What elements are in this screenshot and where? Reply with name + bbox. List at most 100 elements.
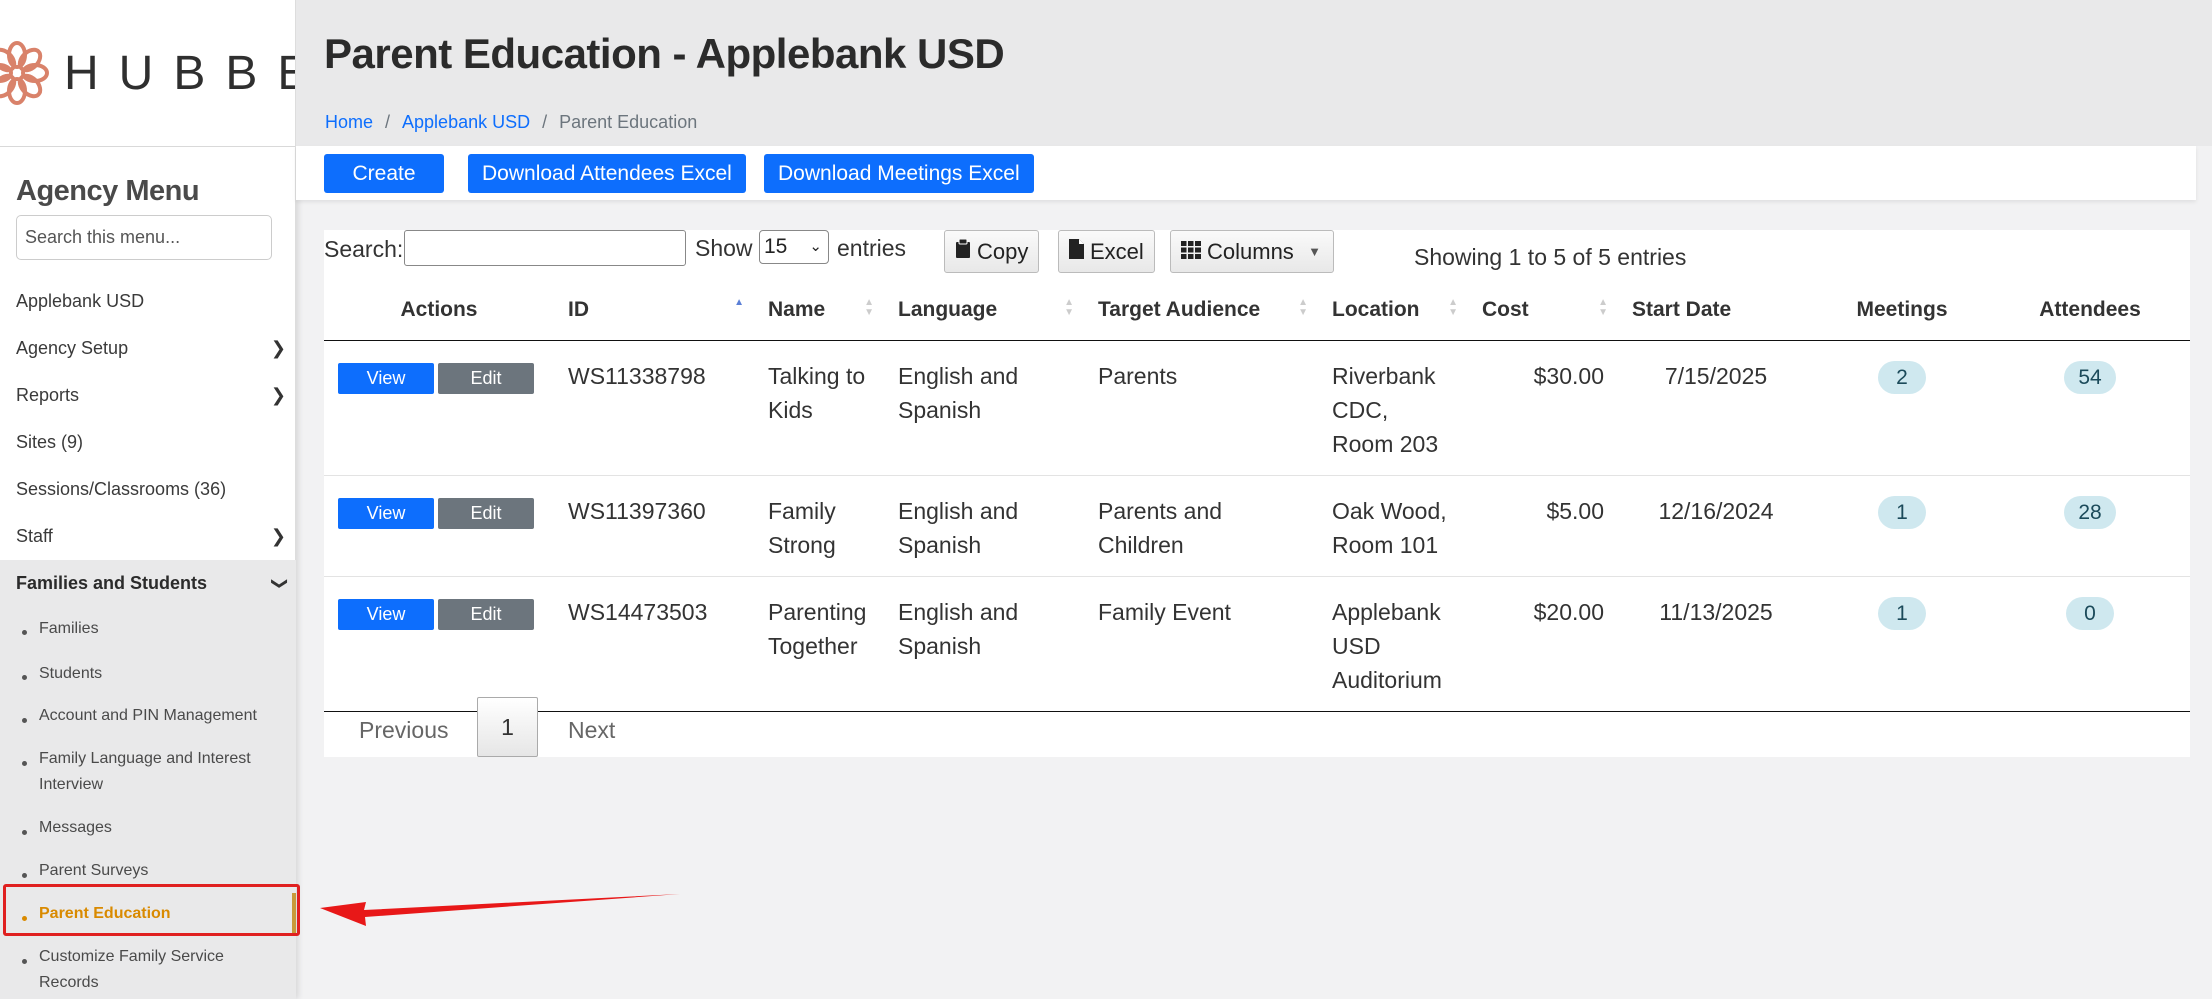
- breadcrumb-separator: /: [385, 112, 391, 132]
- clipboard-icon: [955, 231, 971, 272]
- meetings-count-badge[interactable]: 2: [1878, 360, 1926, 394]
- table-row: View Edit WS14473503 Parenting Together E…: [324, 576, 2190, 712]
- edit-button[interactable]: Edit: [438, 598, 534, 630]
- cell-start-date: 12/16/2024: [1618, 475, 1814, 577]
- sort-icon: ▲ ▼: [1064, 297, 1074, 318]
- sort-ascending-icon: ▲: [734, 297, 744, 308]
- submenu-item-account-pin[interactable]: Account and PIN Management: [0, 695, 296, 738]
- cell-attendees: 0: [1990, 576, 2190, 712]
- cell-meetings: 1: [1814, 475, 1990, 577]
- sidebar-item-label: Families and Students: [16, 573, 208, 593]
- sidebar-item-label: Sites (9): [16, 432, 84, 452]
- sidebar-item-staff[interactable]: Staff ❯: [0, 513, 296, 560]
- breadcrumb-agency-link[interactable]: Applebank USD: [402, 112, 530, 132]
- create-button[interactable]: Create: [324, 154, 444, 193]
- column-header-start-date[interactable]: Start Date: [1618, 280, 1814, 341]
- page-header: Parent Education - Applebank USD Home / Ap…: [296, 0, 2212, 146]
- families-submenu: Families Students Account and PIN Manage…: [0, 607, 296, 999]
- table-header-row: Actions ID ▲ Name ▲ ▼ Language ▲ ▼ Target Aud…: [324, 280, 2190, 341]
- page-1-button[interactable]: 1: [477, 697, 538, 757]
- view-button[interactable]: View: [338, 497, 434, 529]
- view-button[interactable]: View: [338, 362, 434, 394]
- sidebar-item-label: Sessions/Classrooms (36): [16, 479, 227, 499]
- excel-button[interactable]: Excel: [1058, 230, 1155, 273]
- next-page-button[interactable]: Next: [568, 717, 615, 744]
- sidebar-item-reports[interactable]: Reports ❯: [0, 372, 296, 419]
- table-search-input[interactable]: [404, 230, 686, 266]
- cell-attendees: 54: [1990, 340, 2190, 476]
- submenu-item-customize-records[interactable]: Customize Family Service Records: [0, 936, 296, 999]
- brand-wordmark: HUBBE: [64, 47, 295, 100]
- cell-language: English and Spanish: [884, 340, 1084, 476]
- chevron-down-icon: ⌄: [809, 238, 822, 255]
- chevron-right-icon: ❯: [270, 526, 286, 546]
- attendees-count-badge[interactable]: 0: [2066, 596, 2114, 630]
- attendees-count-badge[interactable]: 28: [2064, 495, 2116, 529]
- cell-target-audience: Parents: [1084, 340, 1318, 476]
- sidebar: HUBBE Agency Menu Applebank USD Agency S…: [0, 0, 300, 999]
- menu-search-input[interactable]: [16, 215, 272, 260]
- search-label: Search:: [324, 236, 404, 262]
- data-table-card: Search: Show 15 ⌄ entries Copy Excel Col…: [324, 230, 2190, 757]
- download-attendees-excel-button[interactable]: Download Attendees Excel: [468, 154, 746, 193]
- show-label: Show: [695, 235, 753, 261]
- cell-name: Family Strong: [754, 475, 884, 577]
- columns-label: Columns: [1207, 239, 1294, 264]
- grid-icon: [1181, 231, 1201, 272]
- sidebar-item-agency-setup[interactable]: Agency Setup ❯: [0, 325, 296, 372]
- column-header-meetings[interactable]: Meetings: [1814, 280, 1990, 341]
- sidebar-item-sessions-classrooms[interactable]: Sessions/Classrooms (36): [0, 466, 296, 513]
- sort-icon: ▲ ▼: [1298, 297, 1308, 318]
- action-toolbar: Create Download Attendees Excel Download…: [296, 146, 2196, 200]
- chevron-right-icon: ❯: [270, 385, 286, 405]
- cell-name: Parenting Together: [754, 576, 884, 712]
- cell-location: Applebank USD Auditorium: [1318, 576, 1468, 712]
- table-row: View Edit WS11397360 Family Strong Englis…: [324, 475, 2190, 577]
- column-header-target-audience[interactable]: Target Audience ▲ ▼: [1084, 280, 1318, 341]
- download-meetings-excel-button[interactable]: Download Meetings Excel: [764, 154, 1034, 193]
- page-size-select[interactable]: 15 ⌄: [759, 230, 829, 264]
- meetings-count-badge[interactable]: 1: [1878, 495, 1926, 529]
- submenu-item-messages[interactable]: Messages: [0, 807, 296, 850]
- column-header-cost[interactable]: Cost ▲ ▼: [1468, 280, 1618, 341]
- submenu-item-families[interactable]: Families: [0, 607, 296, 652]
- edit-button[interactable]: Edit: [438, 362, 534, 394]
- agency-menu-title: Agency Menu: [16, 175, 200, 207]
- cell-cost: $5.00: [1468, 475, 1618, 577]
- cell-meetings: 1: [1814, 576, 1990, 712]
- column-header-location[interactable]: Location ▲ ▼: [1318, 280, 1468, 341]
- row-actions: View Edit: [324, 340, 554, 476]
- row-actions: View Edit: [324, 576, 554, 712]
- breadcrumb-home-link[interactable]: Home: [325, 112, 373, 132]
- chevron-down-icon: ❯: [270, 576, 288, 591]
- sidebar-item-applebank-usd[interactable]: Applebank USD: [0, 278, 296, 325]
- parent-education-table: Actions ID ▲ Name ▲ ▼ Language ▲ ▼ Target Aud…: [324, 280, 2190, 712]
- cell-start-date: 11/13/2025: [1618, 576, 1814, 712]
- cell-location: Riverbank CDC, Room 203: [1318, 340, 1468, 476]
- columns-button[interactable]: Columns ▼: [1170, 230, 1334, 273]
- sidebar-item-sites[interactable]: Sites (9): [0, 419, 296, 466]
- cell-cost: $20.00: [1468, 576, 1618, 712]
- previous-page-button[interactable]: Previous: [359, 717, 448, 744]
- view-button[interactable]: View: [338, 598, 434, 630]
- column-header-name[interactable]: Name ▲ ▼: [754, 280, 884, 341]
- copy-button[interactable]: Copy: [944, 230, 1040, 273]
- breadcrumb: Home / Applebank USD / Parent Education: [325, 112, 697, 133]
- column-header-attendees[interactable]: Attendees: [1990, 280, 2190, 341]
- submenu-item-family-interview[interactable]: Family Language and Interest Interview: [0, 738, 296, 807]
- pagination: Previous 1 Next: [324, 697, 724, 757]
- sidebar-item-families-and-students[interactable]: Families and Students ❯: [0, 560, 296, 607]
- column-header-language[interactable]: Language ▲ ▼: [884, 280, 1084, 341]
- meetings-count-badge[interactable]: 1: [1878, 596, 1926, 630]
- brand-logo[interactable]: HUBBE: [0, 0, 295, 147]
- excel-label: Excel: [1090, 239, 1144, 264]
- column-header-id[interactable]: ID ▲: [554, 280, 754, 341]
- submenu-item-students[interactable]: Students: [0, 652, 296, 695]
- sidebar-item-label: Applebank USD: [16, 291, 145, 311]
- attendees-count-badge[interactable]: 54: [2064, 360, 2116, 394]
- cell-cost: $30.00: [1468, 340, 1618, 476]
- cell-name: Talking to Kids: [754, 340, 884, 476]
- cell-id: WS14473503: [554, 576, 754, 712]
- sort-icon: ▲ ▼: [1598, 297, 1608, 318]
- edit-button[interactable]: Edit: [438, 497, 534, 529]
